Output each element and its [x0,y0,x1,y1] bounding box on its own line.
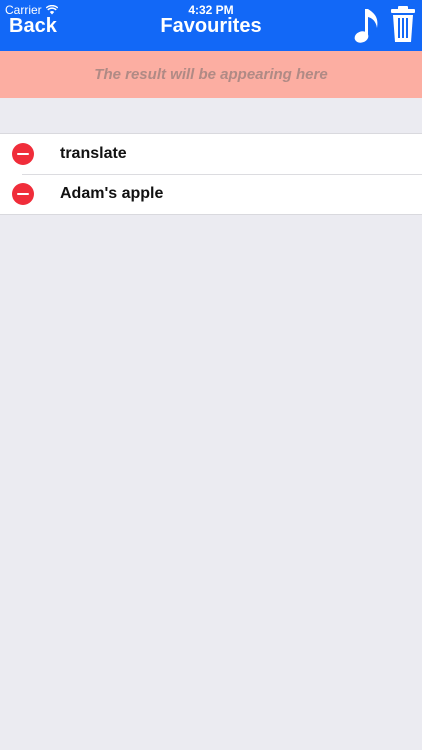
navigation-bar: Carrier 4:32 PM Back Favourites [0,0,422,51]
music-note-icon[interactable] [352,6,380,46]
favourites-list: translate Adam's apple [0,133,422,215]
list-item[interactable]: translate [0,134,422,174]
delete-icon[interactable] [12,183,34,205]
list-item-label: translate [60,145,127,162]
result-banner: The result will be appearing here [0,51,422,98]
trash-icon[interactable] [388,4,418,44]
list-item-label: Adam's apple [60,185,164,202]
delete-icon[interactable] [12,143,34,165]
list-item[interactable]: Adam's apple [0,174,422,214]
result-placeholder-text: The result will be appearing here [94,66,328,83]
